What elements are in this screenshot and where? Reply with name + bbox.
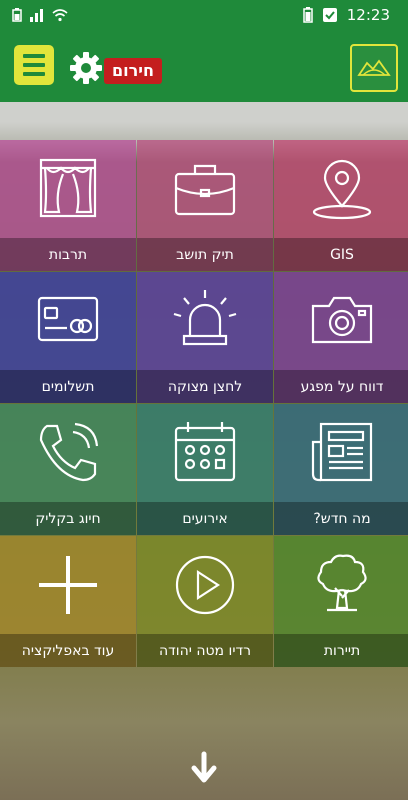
- briefcase-icon: [174, 164, 236, 216]
- hamburger-icon: [23, 54, 45, 58]
- tile-whats-new[interactable]: מה חדש?: [274, 404, 408, 535]
- tile-events[interactable]: אירועים: [137, 404, 273, 535]
- tile-panic-button[interactable]: לחצן מצוקה: [137, 272, 273, 403]
- tile-gis[interactable]: GIS: [274, 140, 408, 271]
- tile-tourism[interactable]: תיירות: [274, 536, 408, 667]
- tile-payments[interactable]: תשלומים: [0, 272, 136, 403]
- tile-label: דווח על מפגע: [274, 370, 408, 403]
- menu-grid: תרבות תיק תושב GIS תשלומים לחצן מצוקה דו…: [0, 140, 408, 667]
- plus-icon: [39, 556, 97, 614]
- gear-icon[interactable]: [68, 50, 104, 86]
- tile-label: תיק תושב: [137, 238, 273, 271]
- scroll-down-arrow-icon[interactable]: [186, 750, 222, 786]
- tile-label: GIS: [274, 238, 408, 271]
- wifi-icon: [52, 9, 68, 22]
- check-icon: [322, 8, 337, 22]
- council-logo[interactable]: [350, 44, 398, 92]
- signal-icon: [30, 9, 43, 22]
- emergency-button[interactable]: חירום: [104, 58, 162, 84]
- menu-button[interactable]: [14, 45, 54, 85]
- tile-label: רדיו מטה יהודה: [137, 634, 273, 667]
- tile-click-dial[interactable]: חיוג בקליק: [0, 404, 136, 535]
- battery-saver-icon: [12, 8, 22, 22]
- phone-icon: [39, 422, 99, 482]
- theater-curtains-icon: [39, 158, 97, 218]
- tile-report-hazard[interactable]: דווח על מפגע: [274, 272, 408, 403]
- alarm-siren-icon: [173, 290, 237, 346]
- tile-label: מה חדש?: [274, 502, 408, 535]
- tile-radio[interactable]: רדיו מטה יהודה: [137, 536, 273, 667]
- tile-more-in-app[interactable]: עוד באפליקציה: [0, 536, 136, 667]
- tile-resident-file[interactable]: תיק תושב: [137, 140, 273, 271]
- tile-label: אירועים: [137, 502, 273, 535]
- battery-icon: [303, 7, 313, 23]
- camera-icon: [311, 296, 373, 344]
- calendar-icon: [174, 422, 236, 482]
- tile-label: תרבות: [0, 238, 136, 271]
- status-time: 12:23: [346, 6, 390, 24]
- tile-label: עוד באפליקציה: [0, 634, 136, 667]
- tile-label: לחצן מצוקה: [137, 370, 273, 403]
- credit-card-icon: [37, 296, 99, 342]
- tile-culture[interactable]: תרבות: [0, 140, 136, 271]
- play-icon: [175, 555, 235, 615]
- newspaper-icon: [311, 422, 373, 482]
- map-pin-icon: [312, 159, 372, 220]
- tile-label: תיירות: [274, 634, 408, 667]
- status-bar: 12:23: [0, 0, 408, 32]
- council-emblem-icon: [357, 59, 391, 76]
- app-header: חירום: [0, 32, 408, 102]
- tree-icon: [317, 554, 367, 612]
- tile-label: חיוג בקליק: [0, 502, 136, 535]
- tile-label: תשלומים: [0, 370, 136, 403]
